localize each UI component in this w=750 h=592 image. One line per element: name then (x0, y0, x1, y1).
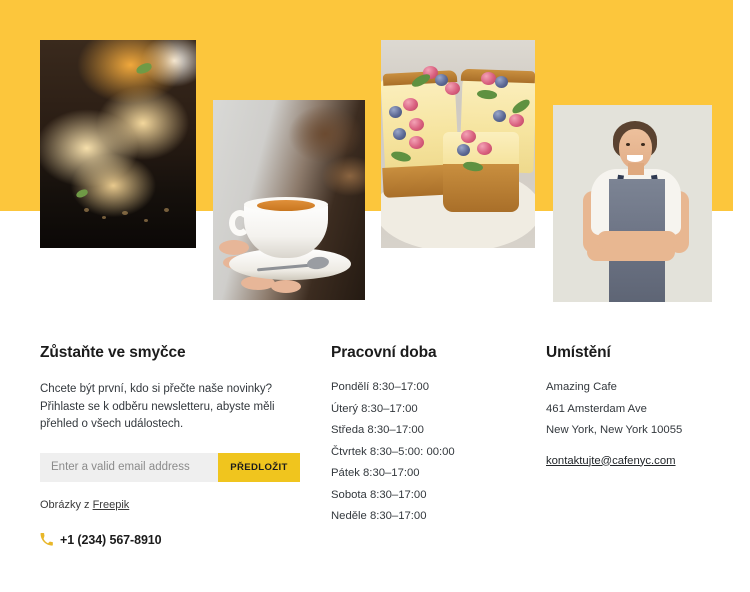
opening-hours-column: Pracovní doba Pondělí 8:30–17:00 Úterý 8… (331, 344, 521, 532)
contact-email-link[interactable]: kontaktujte@cafenyc.com (546, 455, 676, 467)
location-column: Umístění Amazing Cafe 461 Amsterdam Ave … (546, 344, 736, 469)
newsletter-column: Zůstaňte ve smyčce Chcete být první, kdo… (40, 344, 302, 547)
hours-row: Neděle 8:30–17:00 (331, 510, 427, 522)
hours-row: Úterý 8:30–17:00 (331, 402, 418, 415)
image-credit-prefix: Obrázky z (40, 498, 93, 511)
submit-button[interactable]: PŘEDLOŽIT (218, 452, 300, 482)
gallery-image-hands-holding-coffee-cup (213, 100, 365, 300)
phone-row[interactable]: +1 (234) 567-8910 (40, 533, 302, 547)
woman-in-apron-illustration (553, 105, 712, 302)
cheesecake-illustration (381, 40, 535, 248)
sliced-bread-loaf-illustration (40, 40, 196, 248)
hours-row: Pondělí 8:30–17:00 (331, 381, 429, 393)
address-line: New York, New York 10055 (546, 424, 683, 436)
hours-row: Pátek 8:30–17:00 (331, 467, 420, 479)
gallery-image-sliced-bread-loaf (40, 40, 196, 248)
coffee-cup-illustration (213, 100, 365, 300)
address-line: Amazing Cafe (546, 381, 617, 393)
newsletter-signup-form: PŘEDLOŽIT (40, 452, 300, 482)
hours-row: Sobota 8:30–17:00 (331, 488, 427, 501)
newsletter-title: Zůstaňte ve smyčce (40, 344, 186, 361)
hours-row: Čtvrtek 8:30–5:00: 00:00 (331, 445, 455, 458)
gallery-image-smiling-woman-in-apron (553, 105, 712, 302)
newsletter-blurb: Chcete být první, kdo si přečte naše nov… (40, 383, 275, 430)
email-input[interactable] (40, 452, 218, 482)
freepik-link[interactable]: Freepik (93, 499, 130, 511)
location-title: Umístění (546, 344, 611, 361)
image-credit: Obrázky z Freepik (40, 499, 302, 511)
hours-row: Středa 8:30–17:00 (331, 424, 424, 436)
phone-number: +1 (234) 567-8910 (60, 532, 162, 547)
phone-icon (40, 533, 53, 546)
opening-hours-list: Pondělí 8:30–17:00 Úterý 8:30–17:00 Stře… (331, 381, 521, 522)
address-line: 461 Amsterdam Ave (546, 402, 647, 415)
gallery-image-cheesecake-slices-with-berries (381, 40, 535, 248)
opening-hours-title: Pracovní doba (331, 344, 437, 361)
page-root: Zůstaňte ve smyčce Chcete být první, kdo… (0, 0, 750, 592)
